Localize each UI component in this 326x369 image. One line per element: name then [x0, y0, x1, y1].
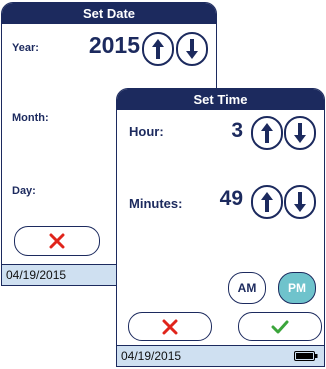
- hour-value: 3: [231, 119, 243, 142]
- arrow-down-icon: [294, 192, 306, 212]
- arrow-down-icon: [294, 123, 306, 143]
- status-date: 04/19/2015: [6, 268, 67, 282]
- arrow-up-icon: [261, 123, 273, 143]
- set-date-title: Set Date: [2, 3, 216, 24]
- am-button[interactable]: AM: [228, 272, 266, 304]
- x-icon: [49, 233, 65, 249]
- time-cancel-button[interactable]: [128, 312, 212, 341]
- status-date: 04/19/2015: [121, 349, 182, 363]
- year-label: Year:: [12, 42, 39, 54]
- check-icon: [271, 320, 289, 333]
- minutes-up-button[interactable]: [251, 185, 283, 219]
- hour-up-button[interactable]: [251, 116, 283, 150]
- time-status-bar: 04/19/2015: [117, 345, 324, 366]
- pm-button[interactable]: PM: [278, 272, 316, 304]
- minutes-down-button[interactable]: [284, 185, 316, 219]
- arrow-up-icon: [261, 192, 273, 212]
- battery-icon: [294, 351, 318, 361]
- hour-down-button[interactable]: [284, 116, 316, 150]
- x-icon: [162, 319, 178, 334]
- year-value: 2015: [88, 32, 140, 58]
- set-time-screen: Set Time Hour: 3 Minutes: 49 AM PM 04/19…: [116, 88, 325, 367]
- set-time-title: Set Time: [117, 89, 324, 110]
- minutes-value: 49: [219, 187, 243, 210]
- day-label: Day:: [12, 185, 36, 197]
- minutes-label: Minutes:: [129, 196, 183, 211]
- hour-label: Hour:: [129, 124, 164, 139]
- arrow-up-icon: [152, 39, 164, 59]
- arrow-down-icon: [186, 39, 198, 59]
- date-cancel-button[interactable]: [14, 226, 100, 256]
- year-down-button[interactable]: [176, 32, 208, 66]
- year-up-button[interactable]: [142, 32, 174, 66]
- time-confirm-button[interactable]: [238, 312, 322, 341]
- month-label: Month:: [12, 112, 49, 124]
